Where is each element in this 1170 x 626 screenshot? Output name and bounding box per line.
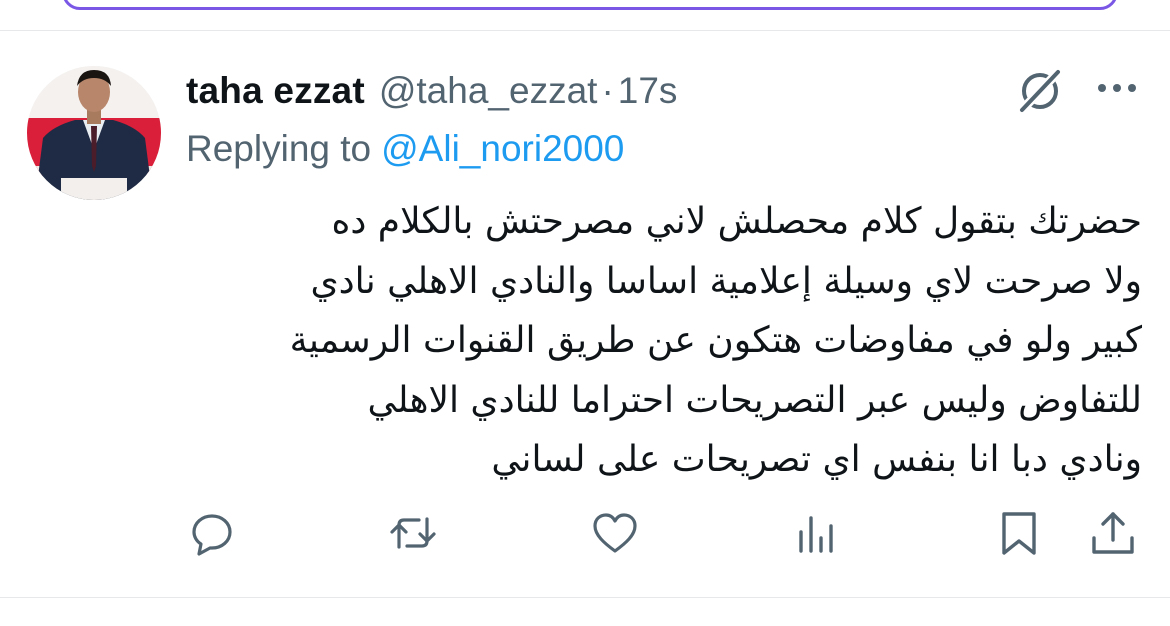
avatar[interactable] xyxy=(27,66,161,200)
separator-dot: · xyxy=(601,70,614,111)
like-button[interactable] xyxy=(590,508,640,558)
reply-icon xyxy=(187,508,237,558)
like-icon xyxy=(590,508,640,558)
timestamp[interactable]: 17s xyxy=(618,70,678,112)
tweet-text-line: ونادي دبا انا بنفس اي تصريحات على لساني xyxy=(491,439,1142,480)
avatar-image xyxy=(27,66,161,200)
replying-to-mention[interactable]: @Ali_nori2000 xyxy=(381,128,624,170)
more-icon[interactable] xyxy=(1094,76,1140,100)
tweet-header: taha ezzat @taha_ezzat · 17s xyxy=(186,66,677,116)
views-icon xyxy=(792,508,842,558)
tweet-text-line: ولا صرحت لاي وسيلة إعلامية اساسا والنادي… xyxy=(310,260,1142,302)
grok-icon[interactable] xyxy=(1014,64,1066,117)
tweet-text-line: حضرتك بتقول كلام محصلش لاني مصرحتش بالكل… xyxy=(331,201,1142,242)
share-icon xyxy=(1088,508,1138,558)
tweet-text: حضرتك بتقول كلام محصلش لاني مصرحتش بالكل… xyxy=(190,192,1142,490)
retweet-icon xyxy=(388,508,438,558)
tweet-text-line: للتفاوض وليس عبر التصريحات احتراما للناد… xyxy=(367,379,1142,421)
divider xyxy=(0,597,1170,598)
views-button[interactable] xyxy=(792,508,842,558)
replying-to: Replying to @Ali_nori2000 xyxy=(186,124,624,174)
bookmark-button[interactable] xyxy=(994,508,1044,558)
tweet-text-line: كبير ولو في مفاوضات هتكون عن طريق القنوا… xyxy=(289,320,1142,361)
display-name[interactable]: taha ezzat xyxy=(186,70,365,112)
bookmark-icon xyxy=(994,508,1044,558)
retweet-button[interactable] xyxy=(388,508,438,558)
user-handle[interactable]: @taha_ezzat xyxy=(379,70,598,112)
tweet[interactable]: taha ezzat @taha_ezzat · 17s Replying to… xyxy=(0,30,1170,598)
compose-pill[interactable] xyxy=(62,0,1118,10)
share-button[interactable] xyxy=(1088,508,1138,558)
previous-item-area xyxy=(0,0,1170,31)
replying-to-label: Replying to xyxy=(186,128,372,169)
reply-button[interactable] xyxy=(187,508,237,558)
